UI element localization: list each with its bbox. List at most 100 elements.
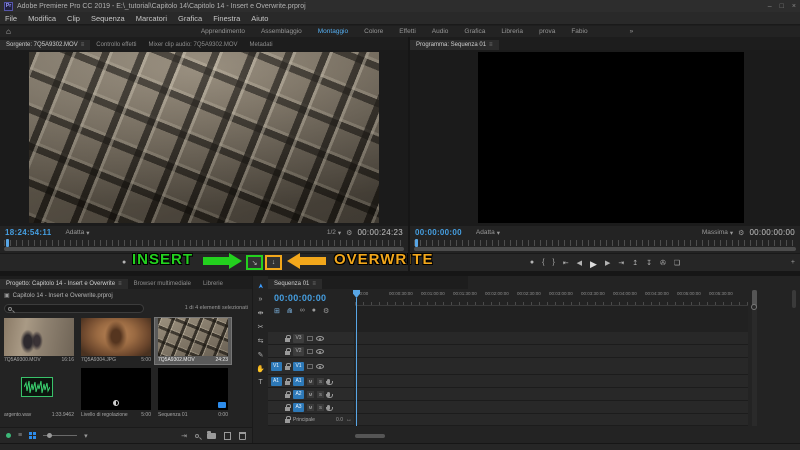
- lock-icon[interactable]: [285, 338, 290, 342]
- workspace-apprendimento[interactable]: Apprendimento: [201, 28, 245, 35]
- go-to-out-icon[interactable]: ⇥: [618, 259, 624, 270]
- list-item-selected[interactable]: 7Q5A9302.MOV24:23: [155, 318, 231, 364]
- list-item[interactable]: 7Q5A9304.JPG5:00: [78, 318, 154, 364]
- mute-button[interactable]: M: [307, 378, 314, 385]
- program-mini-ruler[interactable]: [414, 240, 796, 246]
- track-target-v3[interactable]: V3: [293, 334, 304, 343]
- timeline-ruler[interactable]: 00:00 00:00:30:00 00:01:00:00 00:01:30:0…: [355, 290, 748, 306]
- workspace-libreria[interactable]: Libreria: [501, 28, 523, 35]
- mark-in-icon[interactable]: {: [542, 259, 544, 270]
- mute-button[interactable]: M: [307, 404, 314, 411]
- master-level-value[interactable]: 0.0: [336, 417, 343, 423]
- go-to-in-icon[interactable]: ⇤: [563, 259, 569, 270]
- add-marker-icon[interactable]: ●: [530, 259, 534, 270]
- minimize-icon[interactable]: –: [768, 3, 772, 10]
- bin-breadcrumb[interactable]: ▣ Capitolo 14 - Insert e Overwrite.prpro…: [0, 290, 252, 301]
- linked-selection-icon[interactable]: ∞: [300, 307, 305, 315]
- track-select-tool-icon[interactable]: »: [259, 296, 263, 303]
- close-icon[interactable]: ×: [792, 3, 796, 10]
- comparison-view-icon[interactable]: ❏: [674, 259, 680, 270]
- source-patch-v1[interactable]: V1: [271, 362, 282, 371]
- settings-wrench-icon[interactable]: ⚙: [346, 229, 352, 237]
- step-forward-icon[interactable]: ▶: [605, 259, 610, 270]
- panel-menu-icon[interactable]: ≡: [81, 42, 85, 48]
- eye-icon[interactable]: [316, 336, 324, 341]
- fit-icon[interactable]: ↔: [346, 417, 352, 423]
- menu-modifica[interactable]: Modifica: [28, 14, 56, 23]
- list-item[interactable]: 7Q5A9300.MOV16:16: [1, 318, 77, 364]
- tab-mixer-clip-audio[interactable]: Mixer clip audio: 7Q5A9302.MOV: [142, 40, 243, 50]
- menu-sequenza[interactable]: Sequenza: [91, 14, 125, 23]
- panel-menu-icon[interactable]: ≡: [489, 42, 493, 48]
- solo-button[interactable]: S: [317, 378, 324, 385]
- track-lane-v3[interactable]: [355, 332, 748, 345]
- timeline-horizontal-scrollbar[interactable]: [355, 434, 385, 438]
- selection-tool-icon[interactable]: ➤: [257, 283, 265, 289]
- type-tool-icon[interactable]: T: [258, 379, 262, 386]
- track-target-a1[interactable]: A1: [293, 377, 304, 386]
- tab-programma[interactable]: Programma: Sequenza 01 ≡: [410, 40, 499, 50]
- sort-icons-icon[interactable]: ▾: [84, 432, 88, 440]
- workspace-grafica[interactable]: Grafica: [464, 28, 485, 35]
- export-frame-icon[interactable]: ✇: [660, 259, 666, 270]
- workspace-assemblaggio[interactable]: Assemblaggio: [261, 28, 302, 35]
- clear-trash-icon[interactable]: [239, 432, 246, 440]
- list-item[interactable]: Livello di regolazione5:00: [78, 368, 154, 414]
- new-item-icon[interactable]: [224, 432, 231, 440]
- lock-icon[interactable]: [285, 394, 290, 398]
- right-edge-scrollbar[interactable]: [792, 290, 796, 308]
- eye-icon[interactable]: [316, 349, 324, 354]
- lock-icon[interactable]: [285, 419, 290, 423]
- track-target-a2[interactable]: A2: [293, 390, 304, 399]
- find-icon[interactable]: [195, 434, 199, 438]
- tab-sorgente[interactable]: Sorgente: 7Q5A9302.MOV ≡: [0, 40, 90, 50]
- tab-librerie[interactable]: Librerie: [197, 279, 229, 289]
- tab-controllo-effetti[interactable]: Controllo effetti: [90, 40, 142, 50]
- track-lane-master[interactable]: [355, 414, 748, 426]
- list-view-icon[interactable]: ≡: [18, 432, 22, 439]
- workspace-fabio[interactable]: Fabio: [571, 28, 587, 35]
- list-item[interactable]: Sequenza 010:00: [155, 368, 231, 414]
- voiceover-mic-icon[interactable]: [327, 392, 330, 397]
- add-marker-icon[interactable]: ●: [312, 307, 316, 315]
- panel-menu-icon[interactable]: ≡: [312, 281, 316, 287]
- vertical-divider[interactable]: [408, 37, 410, 271]
- pen-tool-icon[interactable]: ✎: [258, 351, 264, 359]
- sync-lock-icon[interactable]: [307, 336, 313, 341]
- source-playhead[interactable]: [6, 239, 9, 247]
- workspace-montaggio[interactable]: Montaggio: [318, 28, 348, 35]
- search-input[interactable]: [4, 304, 144, 313]
- hand-tool-icon[interactable]: ✋: [256, 365, 265, 373]
- automate-to-sequence-icon[interactable]: ⇥: [181, 432, 187, 440]
- track-lane-v2[interactable]: [355, 345, 748, 358]
- lock-icon[interactable]: [285, 407, 290, 411]
- slip-tool-icon[interactable]: ⇆: [258, 337, 264, 345]
- menu-marcatori[interactable]: Marcatori: [136, 14, 167, 23]
- track-target-a3[interactable]: A3: [293, 403, 304, 412]
- program-zoom-scrollbar[interactable]: [414, 247, 796, 251]
- workspace-prova[interactable]: prova: [539, 28, 555, 35]
- timeline-zoom-knob[interactable]: [751, 304, 757, 310]
- list-item[interactable]: argento.wav1:33.9462: [1, 368, 77, 414]
- button-editor-icon[interactable]: +: [791, 259, 795, 266]
- voiceover-mic-icon[interactable]: [327, 405, 330, 410]
- solo-button[interactable]: S: [317, 391, 324, 398]
- source-resolution-dropdown[interactable]: 1/2 ▾: [327, 229, 341, 237]
- lift-icon[interactable]: ↥: [632, 259, 638, 270]
- playhead-line[interactable]: [356, 298, 357, 426]
- tab-metadati[interactable]: Metadati: [244, 40, 279, 50]
- menu-aiuto[interactable]: Aiuto: [251, 14, 268, 23]
- solo-button[interactable]: S: [317, 404, 324, 411]
- program-fit-dropdown[interactable]: Adatta ▾: [476, 229, 500, 237]
- razor-tool-icon[interactable]: ✂: [258, 323, 264, 331]
- timeline-playhead-timecode[interactable]: 00:00:00:00: [274, 293, 326, 303]
- panel-menu-icon[interactable]: ≡: [118, 281, 122, 287]
- eye-icon[interactable]: [316, 364, 324, 369]
- source-fit-dropdown[interactable]: Adatta ▾: [65, 229, 89, 237]
- ripple-edit-tool-icon[interactable]: ⇹: [258, 309, 264, 317]
- settings-wrench-icon[interactable]: ⚙: [738, 229, 744, 237]
- track-lane-a2[interactable]: [355, 388, 748, 401]
- source-patch-a1[interactable]: A1: [271, 377, 282, 386]
- program-position-timecode[interactable]: 00:00:00:00: [415, 228, 462, 237]
- zoom-slider[interactable]: [43, 435, 77, 436]
